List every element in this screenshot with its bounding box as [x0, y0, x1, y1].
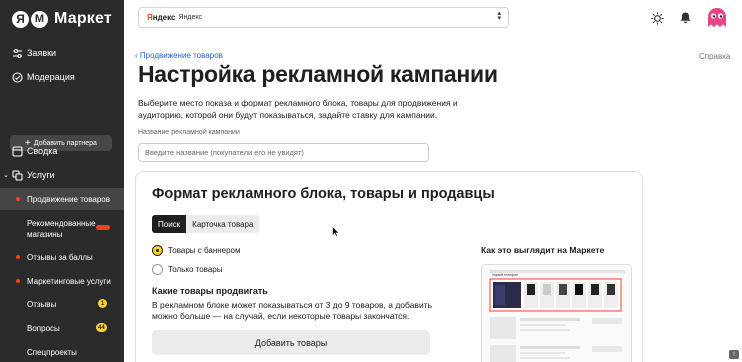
bell-icon[interactable]	[678, 11, 692, 25]
card-title: Формат рекламного блока, товары и продав…	[152, 186, 495, 202]
sidebar-item-questions[interactable]: Вопросы 44	[0, 317, 124, 339]
top-bar: Я М Маркет Яндекс Яндекс ▴ ▾	[0, 0, 742, 38]
sidebar-item-recommended-shops[interactable]: Рекомендованные магазины	[0, 217, 124, 241]
check-circle-icon	[12, 71, 23, 83]
placement-tabs: Поиск Карточка товара	[152, 215, 260, 233]
tab-product-card[interactable]: Карточка товара	[186, 215, 260, 233]
feedback-button[interactable]: !	[729, 350, 739, 359]
sidebar: Заявки Модерация + Добавить партнера Сво…	[0, 38, 124, 362]
market-logo-icon: М	[31, 10, 48, 28]
select-arrows-icon: ▴ ▾	[497, 10, 501, 22]
avatar[interactable]	[706, 7, 728, 29]
add-goods-button[interactable]: Добавить товары	[152, 330, 430, 355]
sidebar-item-reviews[interactable]: Отзывы 1	[0, 293, 124, 315]
mouse-cursor-icon	[332, 224, 340, 238]
page-title: Настройка рекламной кампании	[138, 61, 498, 87]
preview-caption: Умный телефон	[492, 273, 518, 277]
sun-icon[interactable]	[650, 11, 664, 25]
market-logo[interactable]: Я М Маркет	[0, 0, 124, 38]
help-link[interactable]: Справка	[699, 52, 730, 61]
sidebar-item-promotion[interactable]: Продвижение товаров	[0, 188, 124, 210]
new-badge	[96, 225, 110, 230]
preview-image: Умный телефон	[481, 264, 632, 362]
chevron-down-icon: ⌄	[3, 172, 9, 179]
sidebar-item-requests[interactable]: Заявки	[0, 42, 124, 64]
campaign-name-input[interactable]	[138, 143, 429, 162]
radio-goods-only[interactable]	[152, 264, 163, 275]
yandex-logo-icon: Я	[12, 10, 29, 28]
count-badge: 44	[96, 323, 107, 332]
sidebar-item-reviews-for-points[interactable]: Отзывы за баллы	[0, 246, 124, 268]
radio-goods-with-banner[interactable]	[152, 245, 163, 256]
status-dot	[16, 255, 20, 259]
business-name: Яндекс	[178, 14, 203, 21]
count-badge: 1	[98, 299, 107, 308]
services-icon	[12, 169, 23, 181]
which-goods-description: В рекламном блоке может показываться от …	[152, 300, 433, 321]
tab-search[interactable]: Поиск	[152, 215, 187, 233]
sidebar-item-services[interactable]: ⌄ Услуги	[0, 164, 124, 186]
breadcrumb[interactable]: ‹ Продвижение товаров	[135, 51, 223, 60]
page-description: Выберите место показа и формат рекламног…	[138, 98, 458, 120]
status-dot	[16, 279, 20, 283]
format-card: Формат рекламного блока, товары и продав…	[135, 171, 643, 362]
sidebar-item-special-projects[interactable]: Спецпроекты	[0, 341, 124, 362]
status-dot	[16, 197, 20, 201]
business-select[interactable]: Яндекс Яндекс ▴ ▾	[138, 7, 509, 28]
radio-label[interactable]: Товары с баннером	[168, 246, 241, 255]
preview-title: Как это выглядит на Маркете	[481, 245, 605, 255]
radio-label[interactable]: Только товары	[168, 265, 222, 274]
which-goods-title: Какие товары продвигать	[152, 286, 268, 296]
sidebar-item-marketing-services[interactable]: Маркетинговые услуги	[0, 270, 124, 292]
campaign-name-label: Название рекламной кампании	[138, 129, 240, 136]
brand-name: Маркет	[54, 10, 112, 27]
sidebar-item-summary[interactable]: Сводка	[0, 140, 124, 162]
sliders-icon	[12, 48, 23, 59]
sidebar-item-moderation[interactable]: Модерация	[0, 66, 124, 88]
summary-icon	[12, 145, 23, 157]
yandex-business-logo: Яндекс	[147, 13, 176, 22]
